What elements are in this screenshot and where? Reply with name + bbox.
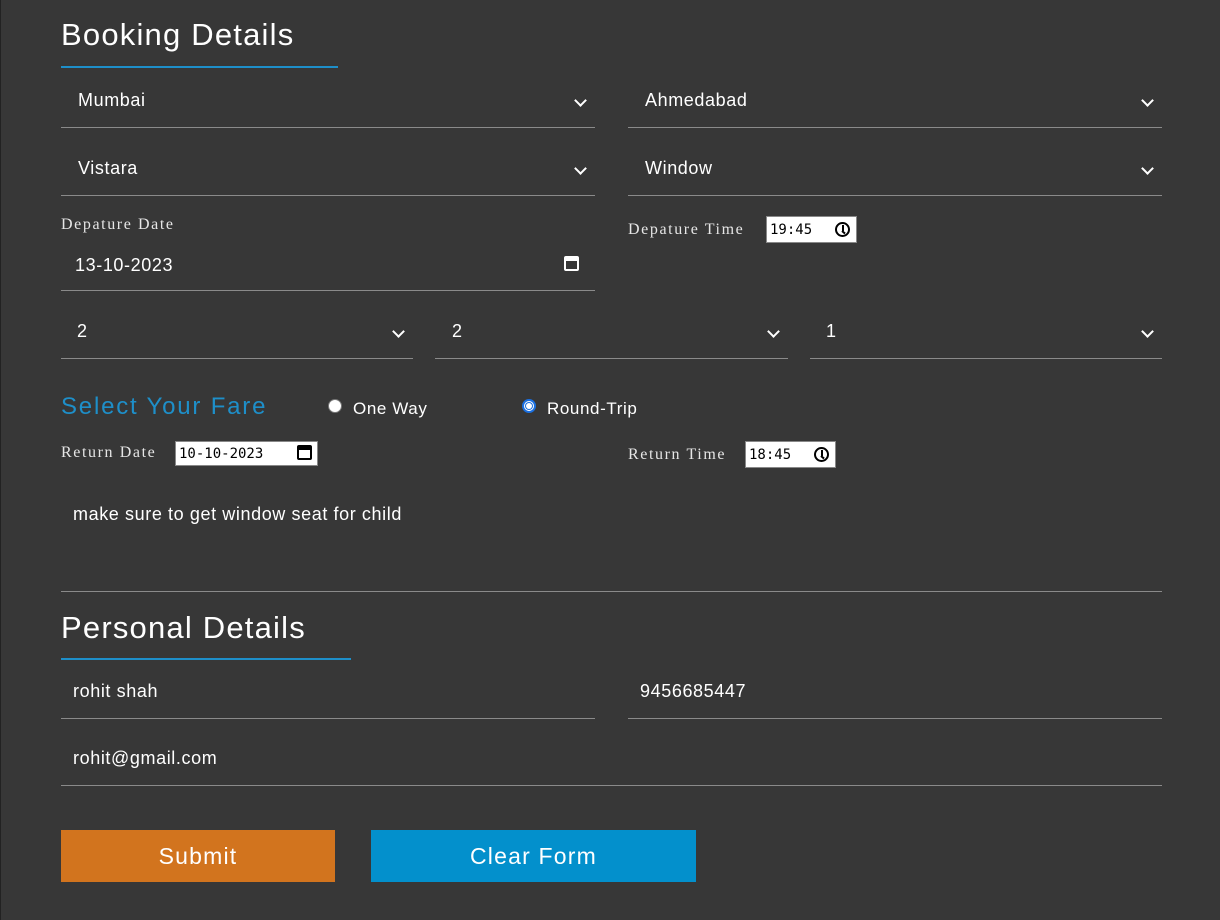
phone-input[interactable]: 9456685447 <box>628 673 1162 719</box>
departure-date-label: Depature Date <box>61 216 175 233</box>
page-left-border <box>0 0 1 920</box>
phone-value: 9456685447 <box>640 681 747 701</box>
departure-date-value: 13-10-2023 <box>75 255 174 275</box>
return-date-value: 10-10-2023 <box>179 446 264 462</box>
booking-details-title: Booking Details <box>61 17 295 52</box>
chevron-down-icon <box>574 162 587 175</box>
airline-value: Vistara <box>78 158 138 178</box>
calendar-icon[interactable] <box>297 445 312 460</box>
return-date-label: Return Date <box>61 444 157 461</box>
chevron-down-icon <box>1141 325 1154 338</box>
calendar-icon[interactable] <box>564 256 579 271</box>
adults-value: 2 <box>77 321 88 341</box>
from-city-select[interactable]: Mumbai <box>61 82 595 128</box>
to-city-select[interactable]: Ahmedabad <box>628 82 1162 128</box>
chevron-down-icon <box>574 94 587 107</box>
round-trip-label[interactable]: Round-Trip <box>547 399 637 419</box>
chevron-down-icon <box>767 325 780 338</box>
to-city-value: Ahmedabad <box>645 90 748 110</box>
departure-time-label: Depature Time <box>628 221 745 238</box>
chevron-down-icon <box>1141 162 1154 175</box>
airline-select[interactable]: Vistara <box>61 150 595 196</box>
seat-select[interactable]: Window <box>628 150 1162 196</box>
clock-icon[interactable] <box>835 222 850 237</box>
departure-date-input[interactable]: 13-10-2023 <box>61 245 595 291</box>
round-trip-radio[interactable] <box>522 399 536 413</box>
email-input[interactable]: rohit@gmail.com <box>61 740 1162 786</box>
booking-title-underline <box>61 66 338 68</box>
departure-time-value: 19:45 <box>770 222 813 238</box>
one-way-label[interactable]: One Way <box>353 399 427 419</box>
from-city-value: Mumbai <box>78 90 146 110</box>
select-fare-title: Select Your Fare <box>61 393 268 420</box>
clock-icon[interactable] <box>814 447 829 462</box>
chevron-down-icon <box>1141 94 1154 107</box>
children-select[interactable]: 2 <box>435 313 788 359</box>
one-way-radio[interactable] <box>328 399 342 413</box>
adults-select[interactable]: 2 <box>61 313 413 359</box>
return-time-input[interactable]: 18:45 <box>745 441 836 468</box>
children-value: 2 <box>452 321 463 341</box>
notes-value: make sure to get window seat for child <box>73 504 402 524</box>
return-time-label: Return Time <box>628 446 727 463</box>
return-date-input[interactable]: 10-10-2023 <box>175 441 318 466</box>
name-value: rohit shah <box>73 681 159 701</box>
chevron-down-icon <box>392 325 405 338</box>
notes-textarea[interactable]: make sure to get window seat for child <box>61 492 1162 592</box>
clear-form-button[interactable]: Clear Form <box>371 830 696 882</box>
infants-value: 1 <box>826 321 837 341</box>
infants-select[interactable]: 1 <box>810 313 1162 359</box>
name-input[interactable]: rohit shah <box>61 673 595 719</box>
submit-button[interactable]: Submit <box>61 830 335 882</box>
personal-details-title: Personal Details <box>61 610 306 645</box>
return-time-value: 18:45 <box>749 447 792 463</box>
personal-title-underline <box>61 658 351 660</box>
seat-value: Window <box>645 158 713 178</box>
email-value: rohit@gmail.com <box>73 748 218 768</box>
departure-time-input[interactable]: 19:45 <box>766 216 857 243</box>
